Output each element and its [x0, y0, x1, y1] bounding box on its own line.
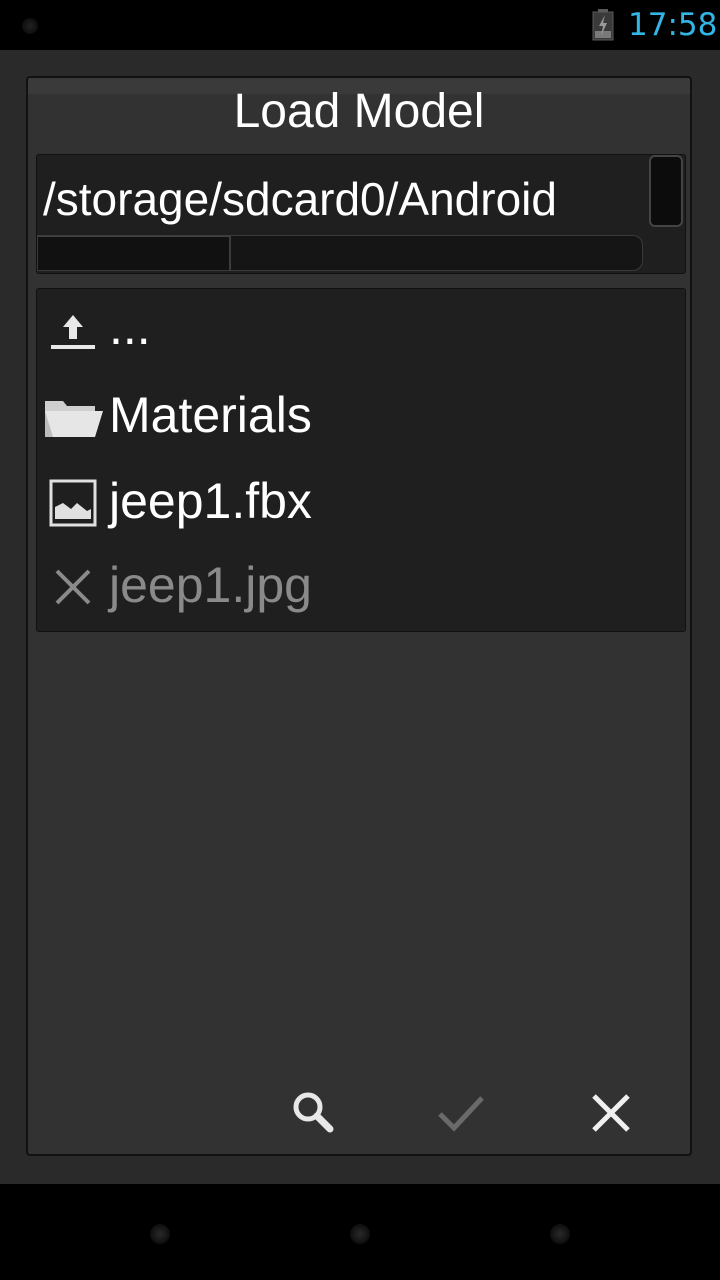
- check-icon[interactable]: [426, 1078, 496, 1148]
- up-arrow-icon: [51, 315, 95, 349]
- list-item-label: jeep1.fbx: [109, 473, 312, 529]
- nav-recents-button[interactable]: [550, 1224, 570, 1244]
- list-item-label: Materials: [109, 387, 312, 443]
- search-icon[interactable]: [278, 1078, 348, 1148]
- path-horizontal-scrollbar[interactable]: [37, 235, 643, 271]
- close-icon[interactable]: [576, 1078, 646, 1148]
- close-icon: [55, 569, 91, 605]
- list-item-label: ...: [109, 299, 151, 355]
- nav-home-button[interactable]: [350, 1224, 370, 1244]
- path-vertical-scrollbar[interactable]: [649, 155, 683, 227]
- image-file-icon: [49, 479, 97, 527]
- path-panel: /storage/sdcard0/Android: [36, 154, 686, 274]
- clock: 17:58: [628, 7, 718, 43]
- list-item-jeep1-fbx[interactable]: jeep1.fbx: [37, 463, 685, 543]
- current-path: /storage/sdcard0/Android: [43, 173, 557, 225]
- list-item-jeep1-jpg: jeep1.jpg: [37, 547, 685, 627]
- battery-charging-icon: [592, 9, 614, 41]
- load-model-dialog: Load Model /storage/sdcard0/Android ... …: [26, 76, 692, 1156]
- navigation-bar: [0, 1184, 720, 1280]
- list-item-label: jeep1.jpg: [109, 557, 312, 613]
- status-bar: 17:58: [0, 0, 720, 50]
- file-list: ... Materials jeep1.fbx jeep1.jpg: [36, 288, 686, 632]
- list-item-materials[interactable]: Materials: [37, 377, 685, 457]
- dialog-title: Load Model: [233, 85, 485, 138]
- nav-back-button[interactable]: [150, 1224, 170, 1244]
- dialog-action-bar: [28, 1078, 690, 1148]
- list-item-parent[interactable]: ...: [37, 289, 685, 369]
- camera-dot: [22, 18, 38, 34]
- path-horizontal-scroll-thumb[interactable]: [38, 236, 232, 270]
- folder-icon: [45, 401, 103, 437]
